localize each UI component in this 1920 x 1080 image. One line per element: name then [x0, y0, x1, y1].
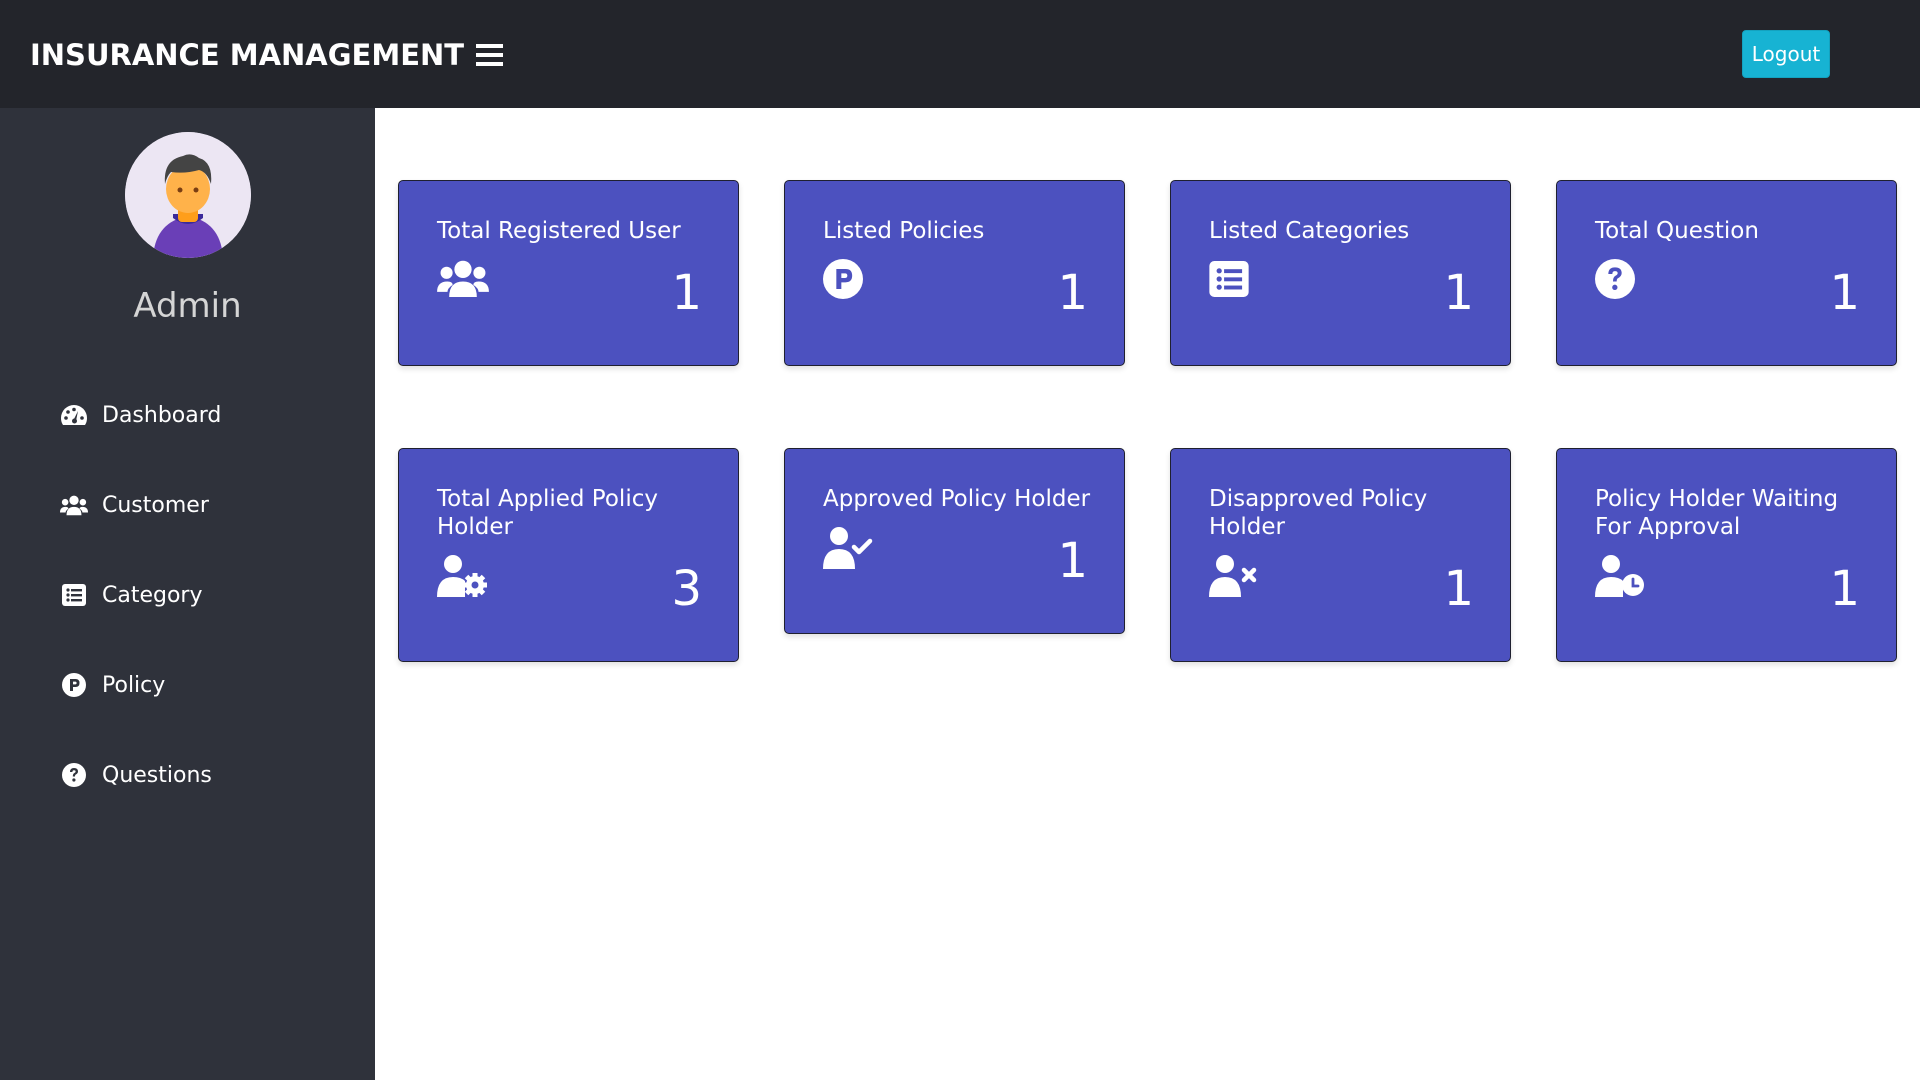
card-title: Listed Categories — [1209, 218, 1410, 244]
stat-card-waiting-approval[interactable]: Policy Holder Waiting For Approval 1 — [1556, 448, 1897, 662]
stat-card-disapproved-policy-holder[interactable]: Disapproved Policy Holder 1 — [1170, 448, 1511, 662]
card-value: 1 — [1057, 265, 1088, 321]
brand-title: INSURANCE MANAGEMENT — [30, 38, 465, 72]
parking-circle-icon — [823, 259, 875, 301]
parking-circle-icon — [60, 673, 88, 697]
user-times-icon — [1209, 555, 1261, 597]
list-icon — [1209, 261, 1261, 303]
stat-card-listed-categories[interactable]: Listed Categories 1 — [1170, 180, 1511, 366]
sidebar-item-dashboard[interactable]: Dashboard — [60, 370, 221, 460]
stat-card-listed-policies[interactable]: Listed Policies 1 — [784, 180, 1125, 366]
avatar — [125, 132, 251, 258]
card-title: Policy Holder Waiting For Approval — [1595, 486, 1839, 540]
users-icon — [60, 493, 88, 517]
users-icon — [437, 259, 489, 301]
top-navbar: INSURANCE MANAGEMENT Logout — [0, 0, 1920, 108]
stat-card-total-question[interactable]: Total Question 1 — [1556, 180, 1897, 366]
sidebar-item-label: Policy — [102, 672, 166, 698]
card-value: 1 — [1443, 265, 1474, 321]
card-title: Total Registered User — [437, 218, 681, 244]
question-circle-icon — [1595, 259, 1647, 301]
sidebar: Admin Dashboard Customer Category Policy — [0, 108, 375, 1080]
user-avatar-icon — [125, 132, 251, 258]
stat-card-approved-policy-holder[interactable]: Approved Policy Holder 1 — [784, 448, 1125, 634]
stat-card-applied-policy-holder[interactable]: Total Applied Policy Holder 3 — [398, 448, 739, 662]
sidebar-item-category[interactable]: Category — [60, 550, 221, 640]
card-value: 1 — [1057, 533, 1088, 589]
user-clock-icon — [1595, 555, 1647, 597]
card-value: 3 — [671, 561, 702, 617]
tachometer-icon — [60, 403, 88, 427]
admin-name: Admin — [133, 286, 242, 326]
sidebar-item-label: Questions — [102, 762, 212, 788]
card-value: 1 — [1829, 561, 1860, 617]
logout-button[interactable]: Logout — [1742, 30, 1830, 78]
list-icon — [60, 583, 88, 607]
sidebar-nav: Dashboard Customer Category Policy Quest… — [60, 370, 221, 820]
sidebar-item-policy[interactable]: Policy — [60, 640, 221, 730]
sidebar-item-label: Customer — [102, 492, 209, 518]
user-check-icon — [823, 527, 875, 569]
hamburger-icon[interactable] — [476, 44, 504, 66]
sidebar-item-customer[interactable]: Customer — [60, 460, 221, 550]
stat-card-registered-users[interactable]: Total Registered User 1 — [398, 180, 739, 366]
card-title: Listed Policies — [823, 218, 985, 244]
user-cog-icon — [437, 555, 489, 597]
card-title: Total Question — [1595, 218, 1759, 244]
sidebar-item-label: Dashboard — [102, 402, 222, 428]
card-title: Total Applied Policy Holder — [437, 486, 658, 540]
card-value: 1 — [671, 265, 702, 321]
sidebar-item-label: Category — [102, 582, 203, 608]
brand: INSURANCE MANAGEMENT — [30, 38, 504, 72]
sidebar-item-questions[interactable]: Questions — [60, 730, 221, 820]
card-value: 1 — [1443, 561, 1474, 617]
card-title: Disapproved Policy Holder — [1209, 486, 1428, 540]
card-value: 1 — [1829, 265, 1860, 321]
question-circle-icon — [60, 763, 88, 787]
card-title: Approved Policy Holder — [823, 486, 1091, 512]
